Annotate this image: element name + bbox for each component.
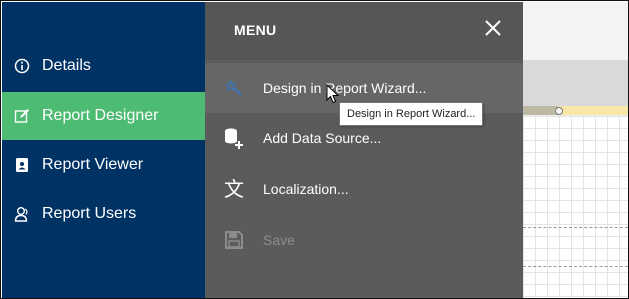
menu-header: MENU bbox=[205, 2, 523, 60]
menu-item-save: Save bbox=[205, 215, 523, 265]
menu-panel: MENU Design in Report Wizard... Add Data… bbox=[205, 2, 523, 298]
users-icon bbox=[2, 206, 42, 222]
sidebar-item-details[interactable]: Details bbox=[2, 42, 205, 90]
sidebar-item-label: Report Designer bbox=[42, 107, 159, 124]
menu-item-label: Design in Report Wizard... bbox=[263, 80, 427, 96]
sidebar-nav: Details Report Designer Report Viewer Re… bbox=[2, 2, 205, 298]
designer-canvas bbox=[523, 2, 628, 298]
mouse-cursor-icon bbox=[326, 83, 340, 104]
sidebar-item-report-designer[interactable]: Report Designer bbox=[2, 92, 205, 140]
design-grid[interactable] bbox=[523, 116, 628, 298]
edit-icon bbox=[2, 108, 42, 124]
menu-item-label: Save bbox=[263, 232, 295, 248]
menu-item-label: Add Data Source... bbox=[263, 130, 382, 146]
app-frame: Details Report Designer Report Viewer Re… bbox=[0, 0, 629, 299]
ruler-segment bbox=[558, 106, 628, 115]
menu-title: MENU bbox=[234, 22, 277, 38]
band-divider bbox=[523, 266, 628, 267]
band-divider bbox=[523, 227, 628, 228]
save-icon bbox=[205, 230, 263, 250]
add-database-icon bbox=[205, 126, 263, 150]
ruler-segment bbox=[523, 106, 558, 115]
sidebar-item-label: Report Users bbox=[42, 205, 137, 222]
localization-icon: 文 bbox=[224, 177, 244, 201]
info-icon bbox=[2, 58, 42, 74]
wand-icon bbox=[205, 78, 263, 98]
report-viewer-icon bbox=[2, 157, 42, 173]
menu-item-localization[interactable]: 文 Localization... bbox=[205, 164, 523, 214]
designer-toolbar bbox=[523, 2, 628, 61]
tooltip-text: Design in Report Wizard... bbox=[347, 108, 476, 120]
ruler-handle[interactable] bbox=[555, 107, 563, 115]
menu-item-label: Localization... bbox=[263, 181, 349, 197]
sidebar-item-report-users[interactable]: Report Users bbox=[2, 190, 205, 238]
sidebar-item-label: Report Viewer bbox=[42, 156, 144, 173]
tooltip: Design in Report Wizard... bbox=[339, 102, 484, 126]
sidebar-item-report-viewer[interactable]: Report Viewer bbox=[2, 141, 205, 189]
close-icon[interactable] bbox=[483, 18, 503, 38]
designer-header-strip bbox=[523, 60, 628, 106]
sidebar-item-label: Details bbox=[42, 57, 91, 74]
